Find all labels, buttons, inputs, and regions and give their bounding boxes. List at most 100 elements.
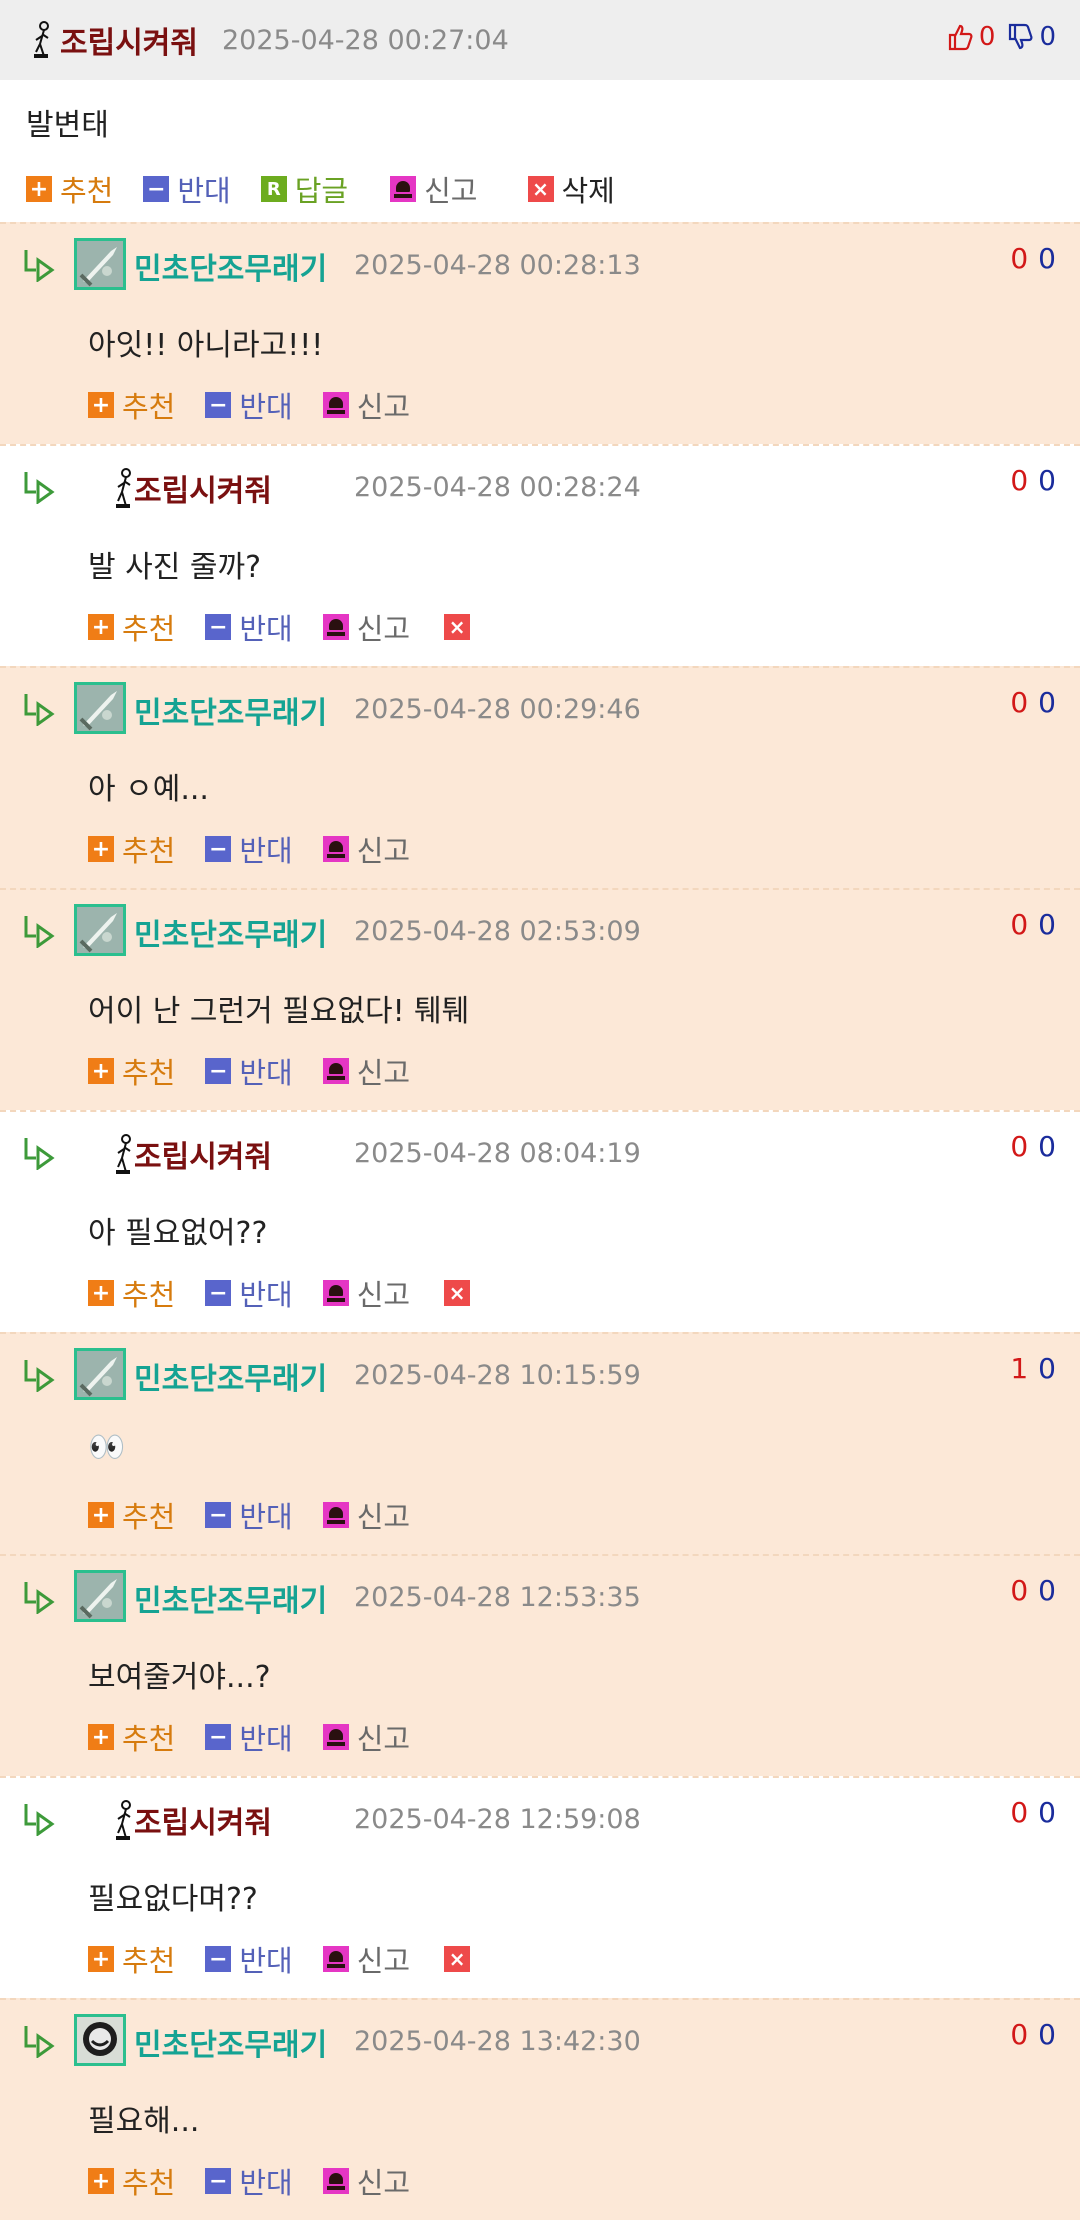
- oppose-button[interactable]: − 반대: [205, 1716, 293, 1758]
- comment-votes: 10: [1010, 1352, 1056, 1385]
- comment-author[interactable]: 조립시켜줘: [134, 466, 272, 510]
- minus-icon: −: [205, 392, 232, 418]
- thumbs-down-icon[interactable]: [1007, 23, 1033, 51]
- comment-item: 민초단조무래기 2025-04-28 02:53:09 0 0 어이 난 그런거 필요없…: [0, 888, 1080, 1110]
- siren-icon: [322, 392, 349, 418]
- report-button[interactable]: 신고: [322, 1494, 410, 1536]
- comment-up-count: 0: [1010, 1796, 1029, 1829]
- comment-down-count: 0: [1038, 686, 1056, 719]
- comment-actions: + 추천 − 반대 신고 ×: [88, 1272, 508, 1314]
- plus-icon: +: [88, 1280, 114, 1306]
- post-author[interactable]: 조립시켜줘: [60, 18, 198, 62]
- comment-author[interactable]: 민초단조무래기: [134, 910, 327, 954]
- comment-author[interactable]: 민초단조무래기: [134, 688, 327, 732]
- comment-list: 민초단조무래기 2025-04-28 00:28:13 0 0 아잇!! 아니라고!!!…: [0, 222, 1080, 2220]
- comment-author[interactable]: 민초단조무래기: [134, 2020, 327, 2064]
- recommend-button[interactable]: + 추천: [88, 1716, 175, 1758]
- comment-down-count: 0: [1038, 1796, 1056, 1829]
- delete-button[interactable]: × 삭제: [527, 168, 615, 210]
- plus-icon: +: [88, 2168, 114, 2194]
- comment-text: 필요없다며??: [88, 1882, 258, 1917]
- reply-button[interactable]: R 답글: [260, 168, 348, 210]
- report-button[interactable]: 신고: [390, 168, 478, 210]
- recommend-button[interactable]: + 추천: [88, 384, 175, 426]
- comment-down-count: 0: [1038, 1352, 1056, 1385]
- post-header: 조립시켜줘 2025-04-28 00:27:04 0 0: [0, 0, 1080, 80]
- avatar[interactable]: [74, 238, 126, 290]
- oppose-button[interactable]: − 반대: [205, 384, 293, 426]
- report-button[interactable]: 신고: [322, 606, 410, 648]
- oppose-button[interactable]: − 반대: [205, 1938, 293, 1980]
- avatar[interactable]: [74, 904, 126, 956]
- plus-icon: +: [88, 836, 114, 862]
- comment-down-count: 0: [1038, 2018, 1056, 2051]
- report-button[interactable]: 신고: [322, 828, 410, 870]
- oppose-button[interactable]: − 반대: [143, 168, 231, 210]
- stick-figure-icon: [116, 1800, 131, 1840]
- avatar[interactable]: [74, 1348, 126, 1400]
- post-down-count: 0: [1039, 22, 1056, 52]
- close-icon: ×: [444, 1946, 471, 1972]
- close-icon: ×: [527, 176, 554, 202]
- reply-arrow-icon: [24, 1138, 55, 1170]
- comment-actions: + 추천 − 반대 신고: [88, 1716, 440, 1758]
- comment-item: 민초단조무래기 2025-04-28 13:42:30 0 0 필요해... + 추천 − 반대…: [0, 1998, 1080, 2220]
- minus-icon: −: [205, 836, 232, 862]
- comment-author[interactable]: 민초단조무래기: [134, 244, 327, 288]
- oppose-button[interactable]: − 반대: [205, 828, 293, 870]
- oppose-button[interactable]: − 반대: [205, 606, 293, 648]
- comment-text: 아 필요없어??: [88, 1216, 268, 1251]
- thumbs-up-icon[interactable]: [947, 23, 973, 51]
- comment-actions: + 추천 − 반대 신고: [88, 384, 440, 426]
- comment-text: 보여줄거야...?: [88, 1660, 271, 1695]
- comment-actions: + 추천 − 반대 신고: [88, 2160, 440, 2202]
- recommend-button[interactable]: + 추천: [88, 828, 175, 870]
- delete-button[interactable]: ×: [444, 1946, 478, 1972]
- plus-icon: +: [88, 392, 114, 418]
- recommend-button[interactable]: + 추천: [26, 168, 113, 210]
- comment-actions: + 추천 − 반대 신고: [88, 828, 440, 870]
- minus-icon: −: [205, 1280, 232, 1306]
- minus-icon: −: [205, 1502, 232, 1528]
- recommend-button[interactable]: + 추천: [88, 606, 175, 648]
- comment-author[interactable]: 민초단조무래기: [134, 1576, 327, 1620]
- avatar[interactable]: [74, 1570, 126, 1622]
- recommend-button[interactable]: + 추천: [88, 1938, 175, 1980]
- report-button[interactable]: 신고: [322, 2160, 410, 2202]
- comment-author[interactable]: 조립시켜줘: [134, 1132, 272, 1176]
- oppose-button[interactable]: − 반대: [205, 2160, 293, 2202]
- comment-time: 2025-04-28 12:59:08: [354, 1804, 641, 1835]
- post-actions: + 추천 − 반대 R 답글 신고 × 삭제: [26, 168, 645, 210]
- recommend-button[interactable]: + 추천: [88, 1050, 175, 1092]
- comment-up-count: 0: [1010, 2018, 1029, 2051]
- oppose-button[interactable]: − 반대: [205, 1494, 293, 1536]
- report-button[interactable]: 신고: [322, 384, 410, 426]
- report-button[interactable]: 신고: [322, 1272, 410, 1314]
- avatar[interactable]: [74, 2014, 126, 2066]
- comment-author[interactable]: 민초단조무래기: [134, 1354, 327, 1398]
- recommend-button[interactable]: + 추천: [88, 2160, 175, 2202]
- comment-votes: 00: [1010, 908, 1056, 941]
- report-button[interactable]: 신고: [322, 1050, 410, 1092]
- comment-item: 조립시켜줘 2025-04-28 12:59:08 0 0 필요없다며?? + 추천 − 반대 신…: [0, 1776, 1080, 1998]
- comment-votes: 00: [1010, 686, 1056, 719]
- comment-up-count: 0: [1010, 242, 1029, 275]
- delete-button[interactable]: ×: [444, 1280, 478, 1306]
- comment-author[interactable]: 조립시켜줘: [134, 1798, 272, 1842]
- comment-time: 2025-04-28 08:04:19: [354, 1138, 641, 1169]
- avatar[interactable]: [74, 682, 126, 734]
- stick-figure-icon: [116, 468, 131, 508]
- oppose-button[interactable]: − 반대: [205, 1272, 293, 1314]
- recommend-button[interactable]: + 추천: [88, 1272, 175, 1314]
- recommend-button[interactable]: + 추천: [88, 1494, 175, 1536]
- report-button[interactable]: 신고: [322, 1938, 410, 1980]
- comment-votes: 00: [1010, 2018, 1056, 2051]
- report-button[interactable]: 신고: [322, 1716, 410, 1758]
- comment-down-count: 0: [1038, 242, 1056, 275]
- comment-item: 조립시켜줘 2025-04-28 00:28:24 0 0 발 사진 줄까? + 추천 − 반대…: [0, 444, 1080, 666]
- oppose-button[interactable]: − 반대: [205, 1050, 293, 1092]
- minus-icon: −: [143, 176, 170, 202]
- comment-time: 2025-04-28 02:53:09: [354, 916, 641, 947]
- siren-icon: [322, 1502, 349, 1528]
- delete-button[interactable]: ×: [444, 614, 478, 640]
